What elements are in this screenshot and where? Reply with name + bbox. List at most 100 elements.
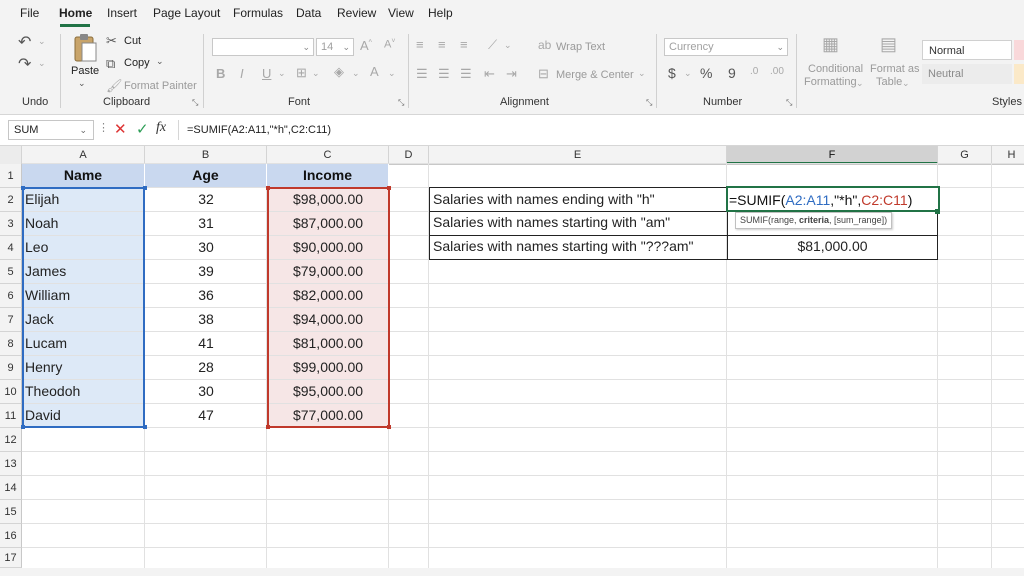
column-header-h[interactable]: H <box>992 146 1024 164</box>
number-format-combo[interactable]: Currency ⌄ <box>664 38 788 56</box>
menu-insert[interactable]: Insert <box>107 6 137 20</box>
wrap-text-button[interactable]: Wrap Text <box>556 41 605 53</box>
format-as-table-label[interactable]: Format as <box>870 63 920 75</box>
paste-dropdown-icon[interactable]: ⌄ <box>78 78 86 89</box>
row-header-6[interactable]: 6 <box>0 284 22 308</box>
copy-icon[interactable]: ⧉ <box>106 56 115 72</box>
name-cell[interactable]: David <box>22 404 145 427</box>
conditional-formatting-icon[interactable]: ▦ <box>822 34 839 55</box>
insert-function-button[interactable]: fx <box>156 120 166 136</box>
row-header-11[interactable]: 11 <box>0 404 22 428</box>
income-cell[interactable]: $79,000.00 <box>267 260 389 283</box>
merge-center-icon[interactable]: ⊟ <box>538 66 549 82</box>
income-cell[interactable]: $99,000.00 <box>267 356 389 379</box>
fill-handle[interactable] <box>935 209 940 214</box>
enter-icon[interactable]: ✓ <box>136 120 149 138</box>
copy-button[interactable]: Copy <box>124 57 150 69</box>
font-launcher-icon[interactable]: ⤡ <box>398 98 404 108</box>
style-normal[interactable]: Normal <box>922 40 1012 60</box>
row-header-1[interactable]: 1 <box>0 164 22 188</box>
age-cell[interactable]: 38 <box>145 308 267 331</box>
row-header-15[interactable]: 15 <box>0 500 22 524</box>
align-bottom-icon[interactable]: ≡ <box>460 37 468 52</box>
redo-dropdown-icon[interactable]: ⌄ <box>38 58 46 69</box>
column-header-d[interactable]: D <box>389 146 429 164</box>
increase-indent-icon[interactable]: ⇥ <box>506 66 517 82</box>
format-as-table-button[interactable]: Table <box>876 76 902 88</box>
decrease-decimal-icon[interactable]: .00 <box>770 66 784 77</box>
conditional-formatting-dropdown-icon[interactable]: ⌄ <box>856 78 864 89</box>
paste-button[interactable]: Paste <box>71 65 99 77</box>
borders-dropdown-icon[interactable]: ⌄ <box>312 68 320 79</box>
merge-dropdown-icon[interactable]: ⌄ <box>638 68 646 79</box>
income-cell[interactable]: $95,000.00 <box>267 380 389 403</box>
cancel-icon[interactable]: ✕ <box>114 120 127 138</box>
format-painter-icon[interactable]: 🖌 <box>106 78 123 94</box>
font-size-combo[interactable]: 14 ⌄ <box>316 38 354 56</box>
row-header-14[interactable]: 14 <box>0 476 22 500</box>
paste-icon[interactable] <box>72 33 98 63</box>
income-cell[interactable]: $82,000.00 <box>267 284 389 307</box>
style-neutral[interactable]: Neutral <box>922 64 1012 84</box>
row-header-5[interactable]: 5 <box>0 260 22 284</box>
style-bad[interactable] <box>1014 40 1024 60</box>
wrap-text-icon[interactable]: ab <box>538 38 551 52</box>
menu-review[interactable]: Review <box>337 6 376 20</box>
name-box-dropdown-icon[interactable]: ⌄ <box>79 121 87 139</box>
summary-value-cell[interactable] <box>727 187 938 212</box>
age-cell[interactable]: 32 <box>145 188 267 211</box>
name-box[interactable]: SUM ⌄ <box>8 120 94 140</box>
row-header-4[interactable]: 4 <box>0 236 22 260</box>
bold-button[interactable]: B <box>216 66 225 81</box>
name-cell[interactable]: Noah <box>22 212 145 235</box>
age-cell[interactable]: 41 <box>145 332 267 355</box>
name-cell[interactable]: Leo <box>22 236 145 259</box>
column-header-e[interactable]: E <box>429 146 727 164</box>
fill-color-icon[interactable]: ◈ <box>334 64 344 80</box>
undo-icon[interactable]: ↶ <box>18 32 31 52</box>
name-cell[interactable]: Theodoh <box>22 380 145 403</box>
merge-center-button[interactable]: Merge & Center <box>556 69 634 81</box>
summary-label-cell[interactable]: Salaries with names starting with "???am… <box>429 235 728 260</box>
row-header-7[interactable]: 7 <box>0 308 22 332</box>
fill-color-dropdown-icon[interactable]: ⌄ <box>352 68 360 79</box>
row-header-8[interactable]: 8 <box>0 332 22 356</box>
age-cell[interactable]: 47 <box>145 404 267 427</box>
row-header-9[interactable]: 9 <box>0 356 22 380</box>
row-header-12[interactable]: 12 <box>0 428 22 452</box>
decrease-font-icon[interactable]: A˅ <box>384 38 395 51</box>
cut-button[interactable]: Cut <box>124 35 141 47</box>
name-cell[interactable]: Elijah <box>22 188 145 211</box>
menu-help[interactable]: Help <box>428 6 453 20</box>
align-top-icon[interactable]: ≡ <box>416 37 424 52</box>
format-as-table-dropdown-icon[interactable]: ⌄ <box>902 78 910 89</box>
range-handle[interactable] <box>21 186 25 190</box>
decrease-indent-icon[interactable]: ⇤ <box>484 66 495 82</box>
font-color-icon[interactable]: A <box>370 64 379 79</box>
redo-icon[interactable]: ↷ <box>18 54 31 74</box>
conditional-formatting-label[interactable]: Conditional <box>808 63 863 75</box>
conditional-formatting-button[interactable]: Formatting <box>804 76 857 88</box>
summary-label-cell[interactable]: Salaries with names ending with "h" <box>429 187 728 212</box>
name-cell[interactable]: James <box>22 260 145 283</box>
orientation-icon[interactable]: ⟋ <box>488 37 497 53</box>
underline-dropdown-icon[interactable]: ⌄ <box>278 68 286 79</box>
age-cell[interactable]: 36 <box>145 284 267 307</box>
range-handle[interactable] <box>266 186 270 190</box>
italic-button[interactable]: I <box>240 66 244 81</box>
age-cell[interactable]: 39 <box>145 260 267 283</box>
copy-dropdown-icon[interactable]: ⌄ <box>156 56 164 67</box>
undo-dropdown-icon[interactable]: ⌄ <box>38 36 46 47</box>
font-name-combo[interactable]: ⌄ <box>212 38 314 56</box>
name-cell[interactable]: Henry <box>22 356 145 379</box>
format-as-table-icon[interactable]: ▤ <box>880 34 897 55</box>
range-handle[interactable] <box>387 186 391 190</box>
select-all-corner[interactable] <box>0 146 22 164</box>
name-cell[interactable]: Jack <box>22 308 145 331</box>
row-header-10[interactable]: 10 <box>0 380 22 404</box>
active-cell-editor[interactable]: =SUMIF(A2:A11,"*h",C2:C11) <box>726 186 940 212</box>
row-header-17[interactable]: 17 <box>0 548 22 568</box>
align-middle-icon[interactable]: ≡ <box>438 37 446 52</box>
more-options-icon[interactable]: ⋮ <box>98 121 109 134</box>
age-cell[interactable]: 31 <box>145 212 267 235</box>
